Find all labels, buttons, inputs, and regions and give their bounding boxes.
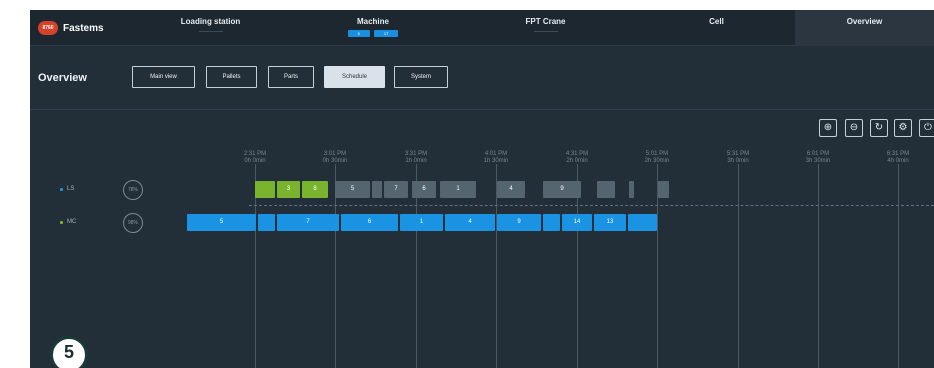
time-tick: 4:01 PM 1h 30min xyxy=(483,151,509,164)
tab-overview[interactable]: Overview xyxy=(795,10,934,46)
schedule-block[interactable]: 4 xyxy=(445,214,495,231)
machine-chips: 5 17 xyxy=(293,30,453,37)
schedule-block[interactable]: 1 xyxy=(440,181,476,198)
row-label-ls: LS xyxy=(60,186,74,192)
schedule-block[interactable]: 6 xyxy=(412,181,436,198)
schedule-block[interactable] xyxy=(629,181,634,198)
tab-label: Loading station xyxy=(180,17,241,26)
settings-icon[interactable]: ⚙ xyxy=(894,119,912,137)
page-title: Overview xyxy=(38,72,87,84)
tab-indicator xyxy=(533,31,558,32)
app-window: 8760 Fastems Loading station Machine 5 1… xyxy=(30,10,934,368)
brand-name: Fastems xyxy=(63,22,104,34)
schedule-block[interactable]: 7 xyxy=(277,214,339,231)
view-header: Overview Main view Pallets Parts Schedul… xyxy=(30,46,934,110)
schedule-block[interactable] xyxy=(658,181,669,198)
row-dot xyxy=(60,220,63,224)
tab-label: Cell xyxy=(709,17,724,26)
machine-chip[interactable]: 17 xyxy=(373,30,399,37)
ls-utilization-gauge: 78% xyxy=(123,180,143,200)
tab-indicator xyxy=(198,31,223,32)
time-tick: 5:31 PM 3h 0min xyxy=(726,151,750,164)
step-number-badge: 5 xyxy=(50,336,88,368)
row-label-mc: MC xyxy=(60,219,76,225)
time-tick: 5:01 PM 2h 30min xyxy=(644,151,670,164)
time-gridline xyxy=(898,164,899,368)
schedule-block[interactable]: 9 xyxy=(497,214,541,231)
time-tick: 6:01 PM 3h 30min xyxy=(805,151,831,164)
schedule-block[interactable] xyxy=(258,214,275,231)
schedule-block[interactable]: 14 xyxy=(562,214,592,231)
pallets-button[interactable]: Pallets xyxy=(206,66,257,88)
time-tick: 6:31 PM 4h 0min xyxy=(886,151,910,164)
schedule-block[interactable] xyxy=(543,214,560,231)
tab-loading-station[interactable]: Loading station xyxy=(128,10,293,46)
schedule-block[interactable] xyxy=(597,181,615,198)
time-tick: 2:31 PM 0h 0min xyxy=(243,151,267,164)
system-button[interactable]: System xyxy=(394,66,448,88)
schedule-block[interactable]: 1 xyxy=(400,214,443,231)
tab-machine[interactable]: Machine 5 17 xyxy=(293,10,453,46)
time-tick: 3:01 PM 0h 30min xyxy=(322,151,348,164)
time-gridline xyxy=(818,164,819,368)
brand-logo: 8760 Fastems xyxy=(38,19,104,37)
power-icon[interactable]: ⏻ xyxy=(919,119,934,137)
schedule-block[interactable] xyxy=(255,181,275,198)
schedule-block[interactable]: 13 xyxy=(594,214,626,231)
machine-chip[interactable]: 5 xyxy=(347,30,370,37)
row-separator xyxy=(249,205,934,206)
schedule-block[interactable]: 9 xyxy=(543,181,581,198)
refresh-icon[interactable]: ↻ xyxy=(870,119,888,137)
time-tick: 3:31 PM 1h 0min xyxy=(404,151,428,164)
schedule-block[interactable]: 7 xyxy=(384,181,408,198)
tab-label: Overview xyxy=(846,17,883,26)
tab-label: Machine xyxy=(356,17,389,26)
main-view-button[interactable]: Main view xyxy=(132,66,195,88)
logo-badge: 8760 xyxy=(38,21,58,35)
zoom-out-icon[interactable]: ⊖ xyxy=(845,119,863,137)
time-tick: 4:31 PM 2h 0min xyxy=(565,151,589,164)
schedule-block[interactable] xyxy=(628,214,657,231)
schedule-block[interactable]: 3 xyxy=(277,181,300,198)
top-navigation: 8760 Fastems Loading station Machine 5 1… xyxy=(30,10,934,46)
schedule-block[interactable]: 4 xyxy=(497,181,525,198)
schedule-block[interactable]: 8 xyxy=(302,181,328,198)
mc-utilization-gauge: 98% xyxy=(123,213,143,233)
schedule-block[interactable]: 5 xyxy=(187,214,256,231)
zoom-in-icon[interactable]: ⊕ xyxy=(819,119,837,137)
schedule-block[interactable]: 5 xyxy=(335,181,370,198)
schedule-block[interactable] xyxy=(372,181,382,198)
row-dot xyxy=(60,187,63,191)
schedule-block[interactable]: 6 xyxy=(341,214,398,231)
tab-label: FPT Crane xyxy=(525,17,566,26)
schedule-button[interactable]: Schedule xyxy=(324,66,385,88)
tab-fpt-crane[interactable]: FPT Crane xyxy=(453,10,638,46)
tab-cell[interactable]: Cell xyxy=(638,10,795,46)
parts-button[interactable]: Parts xyxy=(268,66,314,88)
time-gridline xyxy=(738,164,739,368)
